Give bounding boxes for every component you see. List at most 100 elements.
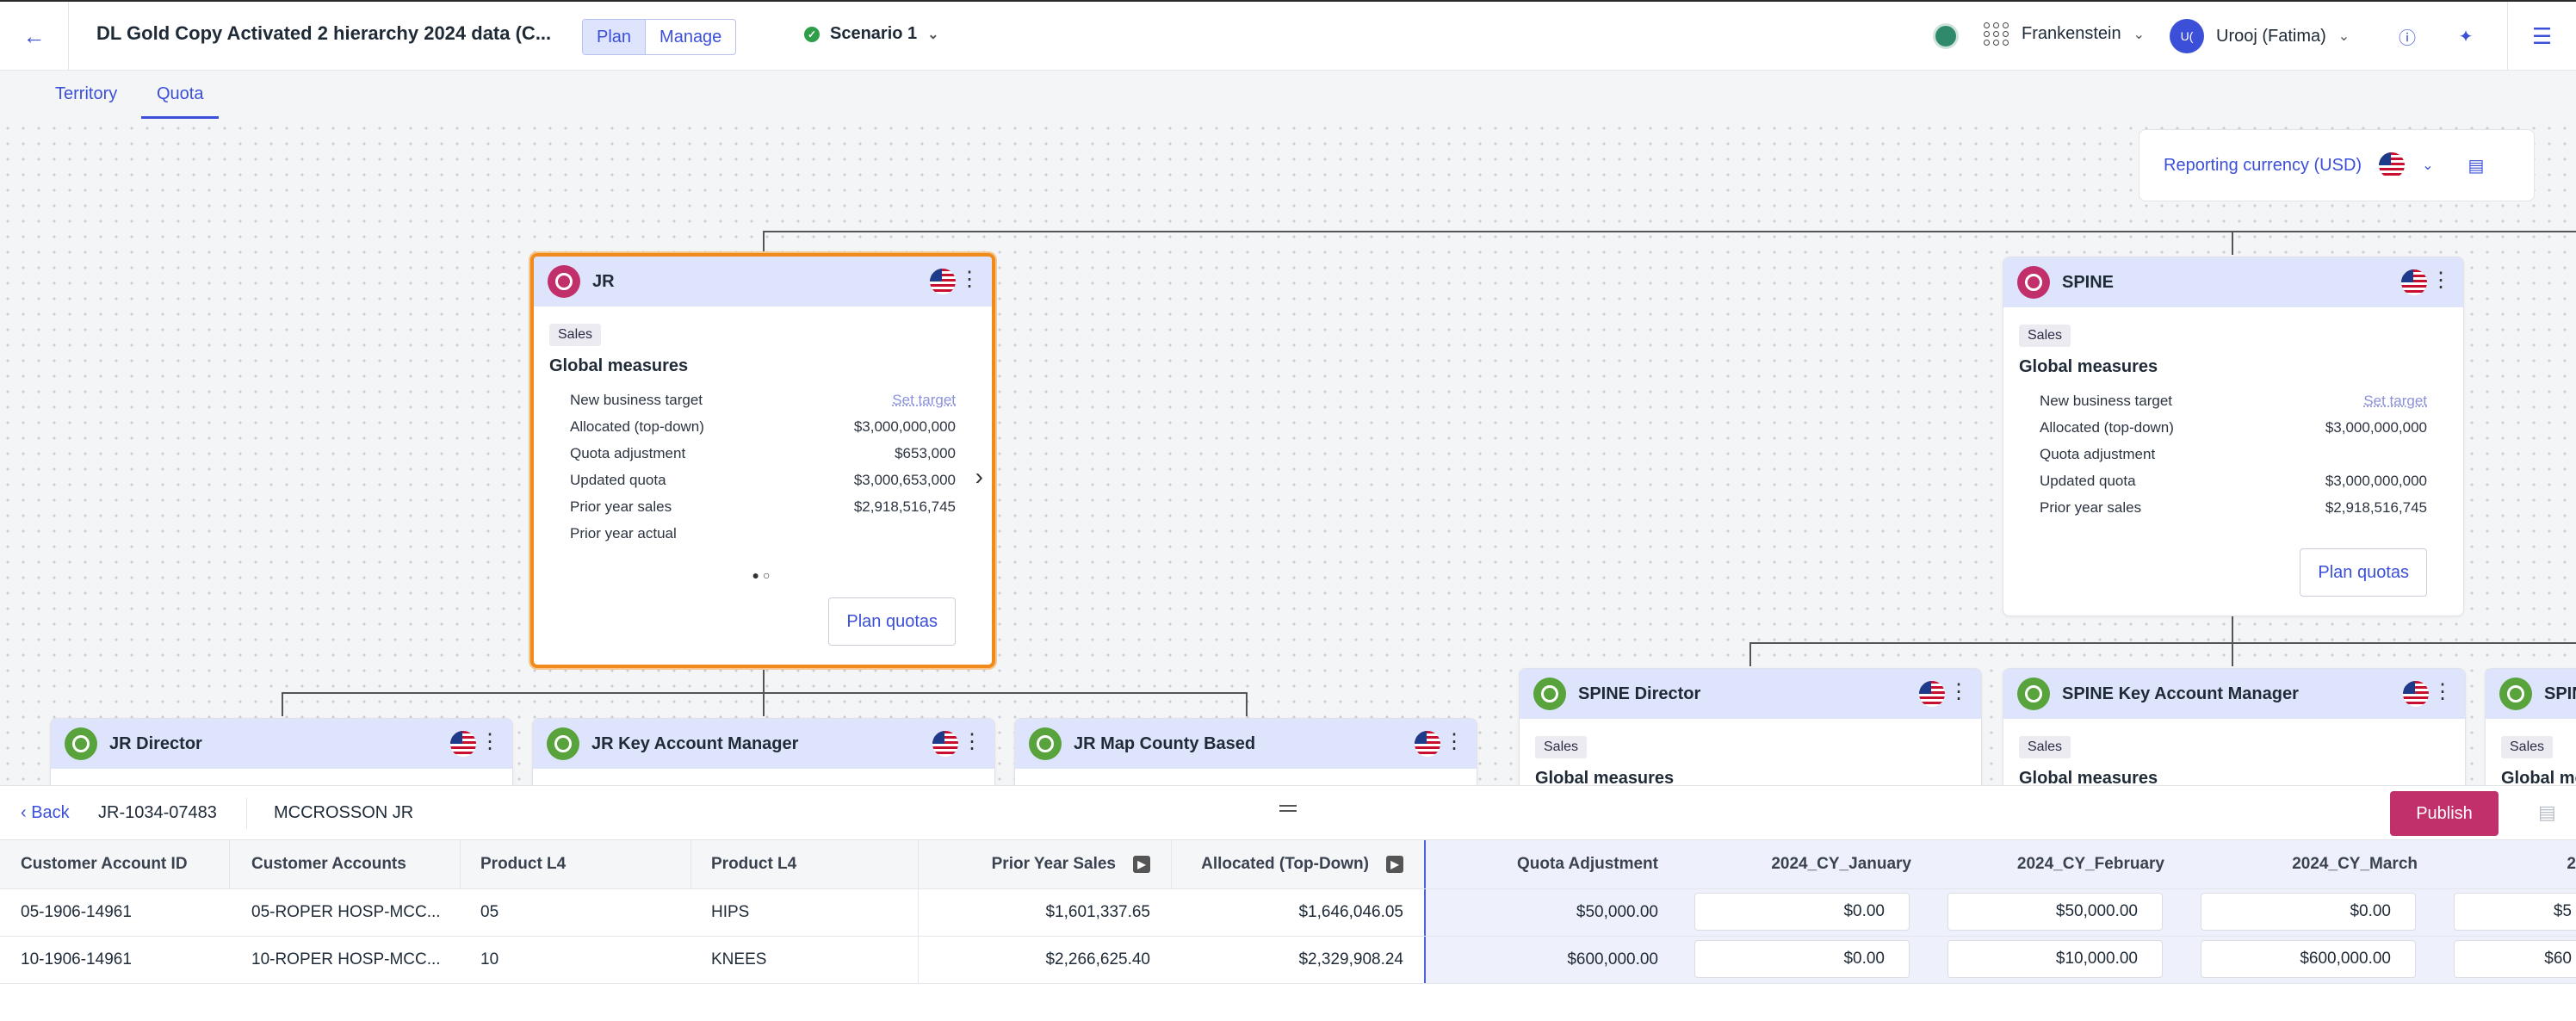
set-target-link[interactable]: Set target bbox=[2363, 387, 2427, 414]
column-header[interactable]: Customer Account ID bbox=[0, 840, 229, 888]
column-header[interactable]: Prior Year Sales ▶ bbox=[918, 840, 1171, 888]
connector-line bbox=[1749, 642, 1751, 666]
node-jr-director[interactable]: JR Director ⋮ bbox=[50, 718, 513, 785]
tab-territory[interactable]: Territory bbox=[55, 84, 117, 104]
currency-label: Reporting currency (USD) bbox=[2164, 155, 2362, 175]
kebab-menu-icon[interactable]: ⋮ bbox=[962, 729, 982, 755]
column-header[interactable]: Allocated (Top-Down) ▶ bbox=[1171, 840, 1424, 888]
node-header: JR Map County Based ⋮ bbox=[1015, 719, 1477, 769]
expand-column-icon[interactable]: ▶ bbox=[1133, 856, 1150, 873]
tab-quota[interactable]: Quota bbox=[141, 84, 220, 119]
metric-label: Quota adjustment bbox=[570, 445, 686, 461]
column-header[interactable]: Product L4 bbox=[460, 840, 690, 888]
scenario-selector[interactable]: ✓ Scenario 1 ⌄ bbox=[804, 24, 939, 44]
menu-icon[interactable]: ☰ bbox=[2507, 2, 2576, 71]
quota-input[interactable]: $5 bbox=[2454, 893, 2576, 931]
quota-input[interactable]: $60 bbox=[2454, 940, 2576, 978]
node-jr-map-county-based[interactable]: JR Map County Based ⋮ bbox=[1014, 718, 1477, 785]
resize-handle-icon[interactable] bbox=[1279, 805, 1297, 812]
quota-input[interactable]: $600,000.00 bbox=[2201, 940, 2416, 978]
top-bar: ← DL Gold Copy Activated 2 hierarchy 202… bbox=[0, 0, 2576, 71]
table-cell: $50,000.00 bbox=[1426, 889, 1679, 936]
plan-quotas-button[interactable]: Plan quotas bbox=[2300, 548, 2427, 597]
node-spine-partial[interactable]: SPIN Sales Global me bbox=[2485, 668, 2576, 785]
quota-input[interactable]: $0.00 bbox=[1694, 893, 1910, 931]
node-header: SPIN bbox=[2486, 669, 2576, 719]
user-menu[interactable]: U( Urooj (Fatima) ⌄ bbox=[2170, 19, 2350, 53]
view-tabs: Territory Quota bbox=[0, 71, 2576, 121]
hierarchy-canvas[interactable]: Reporting currency (USD) ⌄ ▤ JR ⋮ Sales … bbox=[0, 121, 2576, 785]
org-selector[interactable]: Frankenstein ⌄ bbox=[1984, 22, 2145, 46]
publish-button[interactable]: Publish bbox=[2390, 791, 2499, 836]
metric-row: New business target Set target bbox=[2040, 387, 2427, 414]
column-divider bbox=[690, 840, 691, 888]
column-header[interactable]: Customer Accounts bbox=[231, 840, 460, 888]
column-header[interactable]: 2024_CY_January bbox=[1679, 840, 1932, 888]
export-icon[interactable]: ▤ bbox=[2468, 155, 2484, 176]
node-spine[interactable]: SPINE ⋮ Sales Global measures New busine… bbox=[2003, 257, 2464, 616]
kebab-menu-icon[interactable]: ⋮ bbox=[2430, 268, 2451, 294]
table-row: 05-1906-14961 05-ROPER HOSP-MCC... 05 HI… bbox=[0, 889, 2576, 937]
carousel-dots[interactable]: ●○ bbox=[534, 568, 992, 582]
node-spine-key-account-manager[interactable]: SPINE Key Account Manager ⋮ Sales Global… bbox=[2003, 668, 2466, 785]
kebab-menu-icon[interactable]: ⋮ bbox=[2432, 679, 2453, 705]
expand-column-icon[interactable]: ▶ bbox=[1386, 856, 1403, 873]
metric-value: $3,000,000,000 bbox=[853, 418, 956, 435]
node-header: SPINE ⋮ bbox=[2003, 257, 2463, 307]
org-grid-icon bbox=[1984, 22, 2009, 46]
node-title: SPINE bbox=[2062, 272, 2115, 292]
column-header[interactable]: 2024_CY_March bbox=[2185, 840, 2438, 888]
back-link[interactable]: ‹ Back bbox=[21, 803, 70, 823]
metrics-list: New business target Set target Allocated … bbox=[2003, 387, 2463, 521]
plan-mode-button[interactable]: Plan bbox=[583, 20, 647, 54]
sparkle-icon[interactable]: ✦ bbox=[2454, 24, 2478, 48]
chevron-down-icon: ⌄ bbox=[2338, 29, 2350, 44]
node-header: JR ⋮ bbox=[534, 257, 992, 306]
metric-value: $653,000 bbox=[895, 445, 956, 461]
avatar: U( bbox=[2170, 19, 2204, 53]
quota-input[interactable]: $10,000.00 bbox=[1947, 940, 2163, 978]
manage-mode-button[interactable]: Manage bbox=[646, 20, 735, 54]
node-title: JR Key Account Manager bbox=[591, 733, 799, 753]
kebab-menu-icon[interactable]: ⋮ bbox=[959, 267, 980, 293]
connector-line bbox=[763, 666, 765, 692]
kebab-menu-icon[interactable]: ⋮ bbox=[1948, 679, 1969, 705]
connector-line bbox=[2232, 642, 2233, 666]
frozen-column-divider bbox=[1424, 840, 1426, 888]
plan-quotas-button[interactable]: Plan quotas bbox=[828, 597, 956, 646]
node-jr[interactable]: JR ⋮ Sales Global measures New business … bbox=[530, 253, 995, 668]
chevron-down-icon: ⌄ bbox=[927, 27, 939, 42]
column-header[interactable]: 2024_CY_February bbox=[1932, 840, 2185, 888]
table-cell: $2,266,625.40 bbox=[1045, 950, 1150, 968]
quota-input[interactable]: $0.00 bbox=[1694, 940, 1910, 978]
metric-value: $3,000,000,000 bbox=[2325, 419, 2427, 436]
column-header[interactable]: Product L4 bbox=[690, 840, 918, 888]
metric-value: $3,000,653,000 bbox=[853, 472, 956, 488]
kebab-menu-icon[interactable]: ⋮ bbox=[1444, 729, 1464, 755]
kebab-menu-icon[interactable]: ⋮ bbox=[480, 729, 500, 755]
quota-input[interactable]: $0.00 bbox=[2201, 893, 2416, 931]
connector-line bbox=[282, 692, 1248, 694]
table-cell: 10-ROPER HOSP-MCC... bbox=[251, 950, 441, 968]
column-label: Allocated (Top-Down) bbox=[1201, 855, 1369, 873]
export-icon[interactable]: ▤ bbox=[2538, 801, 2556, 824]
quota-input[interactable]: $50,000.00 bbox=[1947, 893, 2163, 931]
connector-line bbox=[1749, 642, 2576, 644]
column-header[interactable]: Quota Adjustment bbox=[1426, 840, 1679, 888]
chevron-right-icon[interactable]: › bbox=[975, 463, 983, 491]
back-arrow-icon[interactable]: ← bbox=[0, 2, 69, 71]
set-target-link[interactable]: Set target bbox=[892, 387, 956, 413]
node-spine-director[interactable]: SPINE Director ⋮ Sales Global measures bbox=[1519, 668, 1982, 785]
metric-row: Updated quota $3,000,000,000 bbox=[2040, 467, 2427, 494]
node-jr-key-account-manager[interactable]: JR Key Account Manager ⋮ bbox=[532, 718, 995, 785]
column-divider bbox=[1171, 840, 1172, 888]
help-icon[interactable]: ⓘ bbox=[2395, 24, 2419, 48]
table-cell: HIPS bbox=[711, 903, 750, 921]
column-divider bbox=[229, 840, 230, 888]
node-title: JR Director bbox=[109, 733, 202, 753]
metric-label: Allocated (top-down) bbox=[2040, 419, 2174, 436]
column-divider bbox=[918, 889, 919, 936]
column-header[interactable]: 2 bbox=[2438, 840, 2576, 888]
territory-icon bbox=[547, 727, 579, 760]
reporting-currency-selector[interactable]: Reporting currency (USD) ⌄ ▤ bbox=[2139, 129, 2535, 201]
